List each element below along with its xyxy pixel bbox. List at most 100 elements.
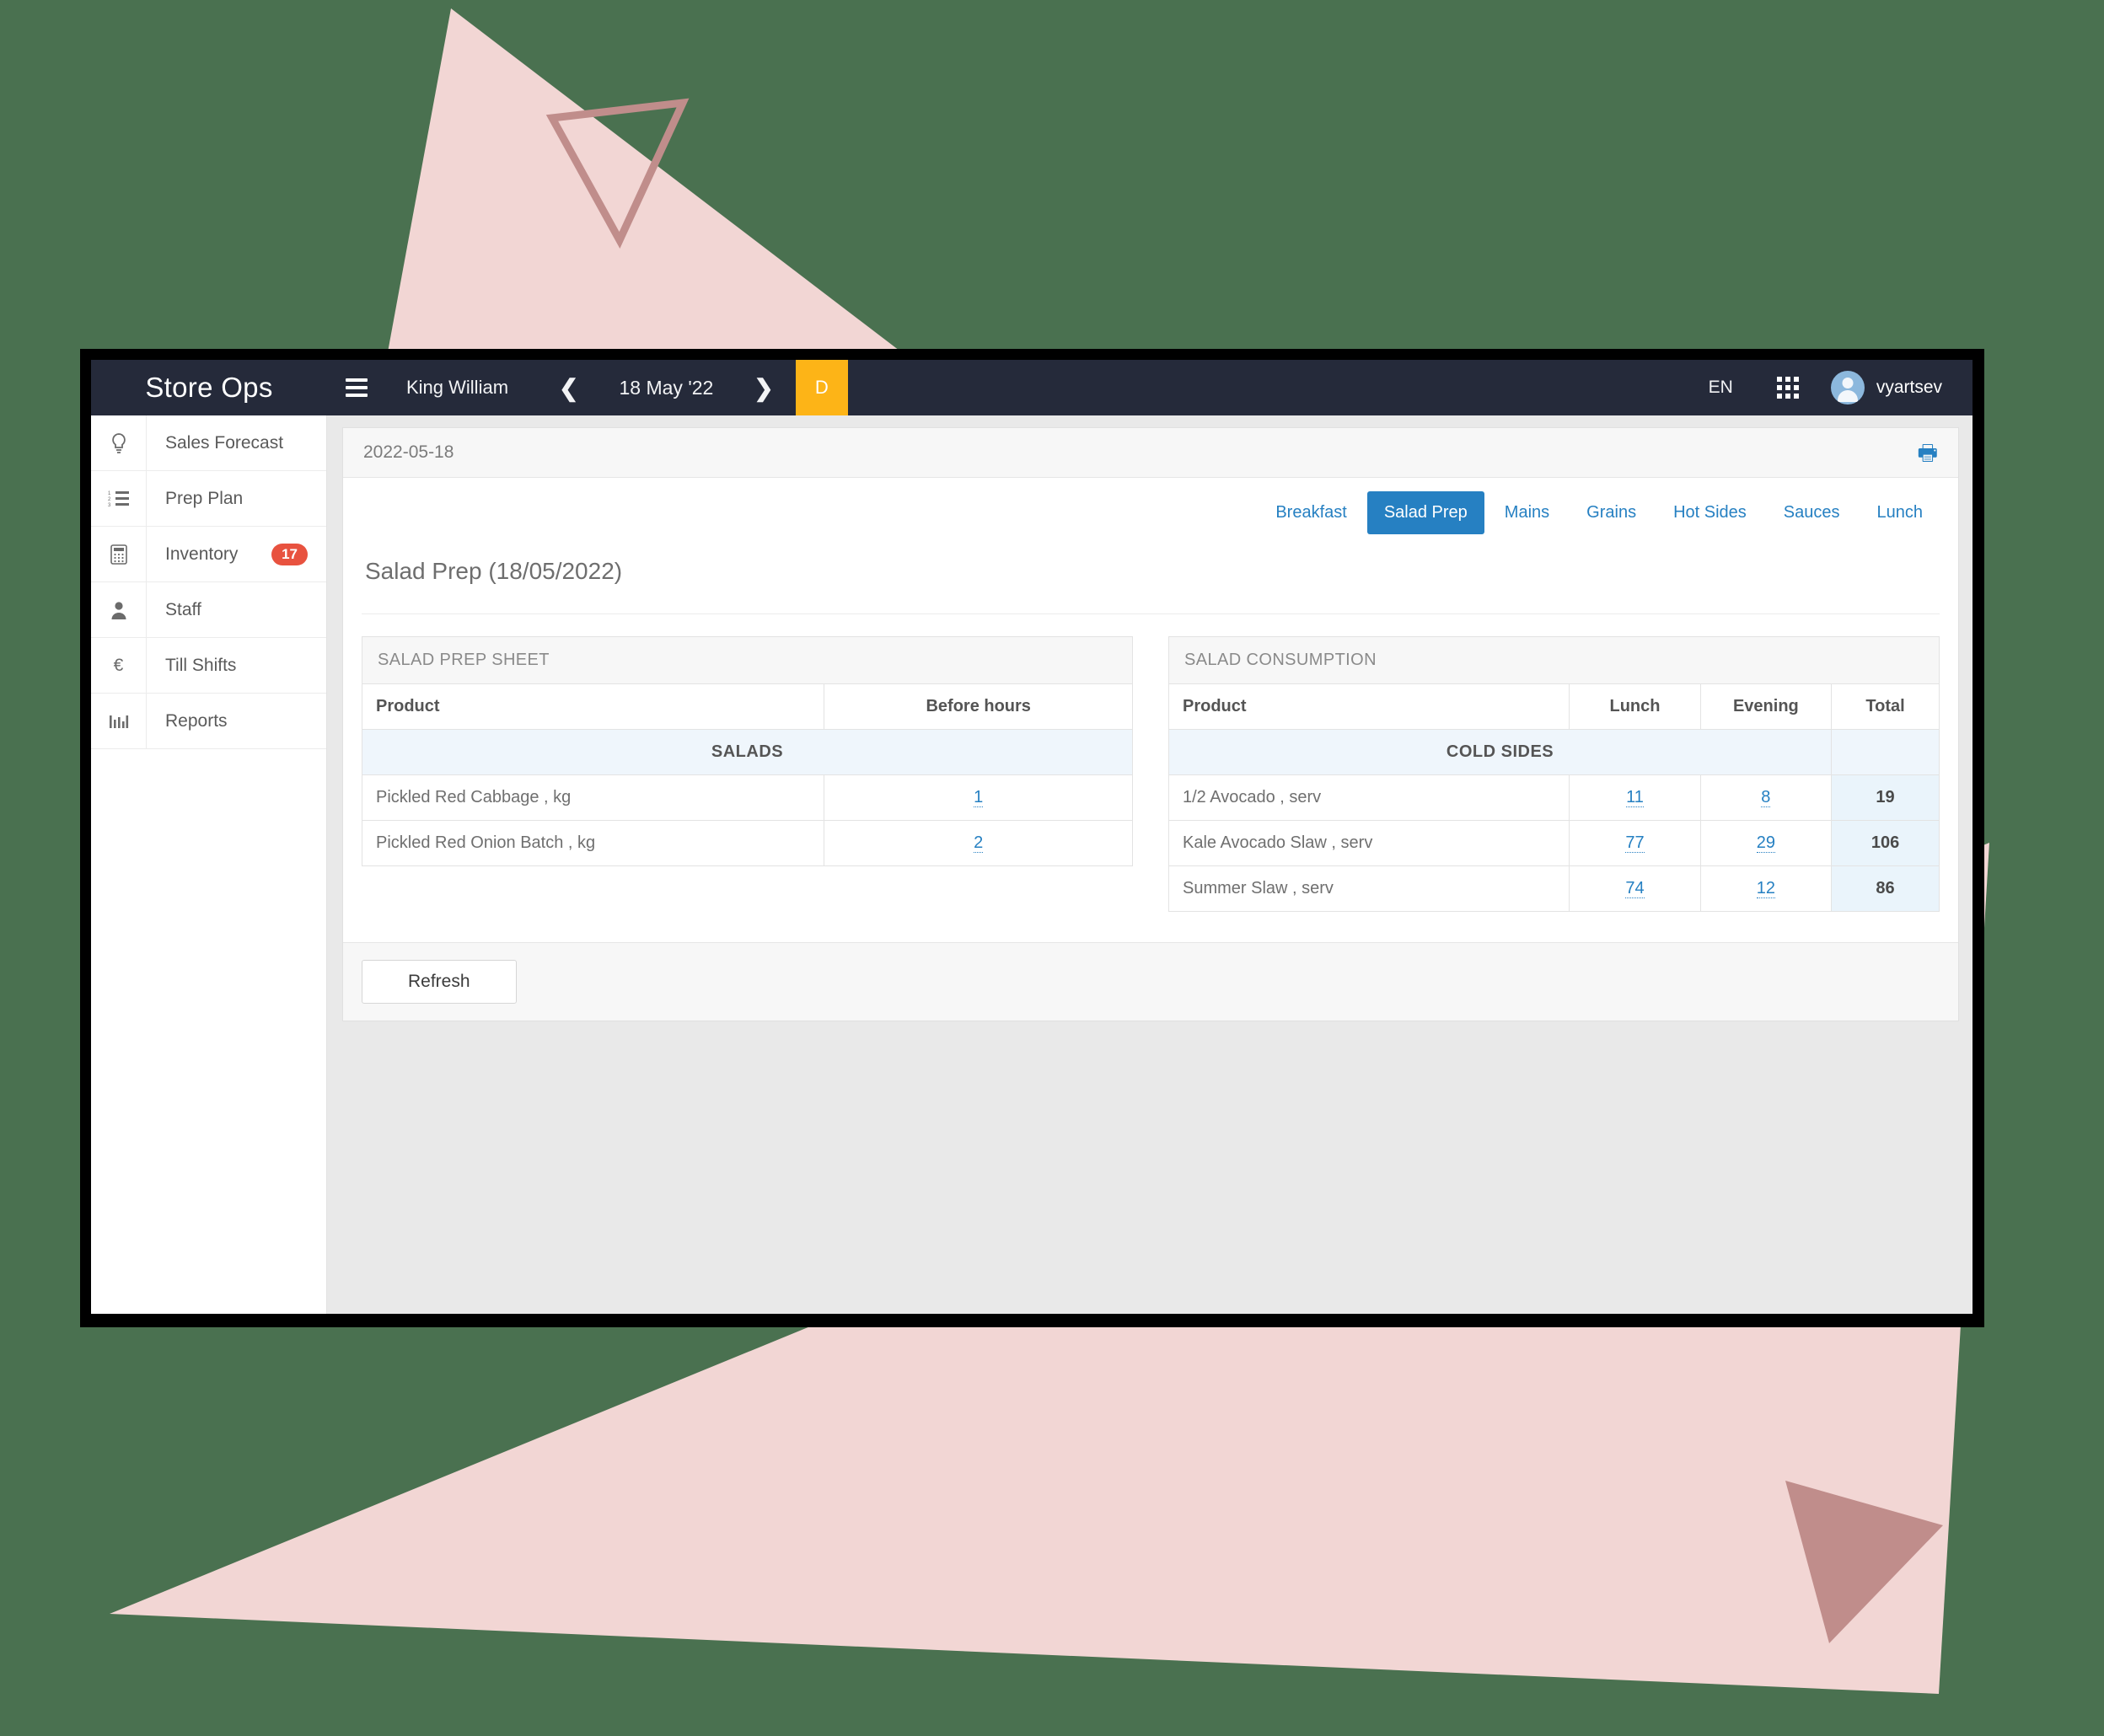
prep-sheet-title: SALAD PREP SHEET [362,636,1133,683]
before-hours-link[interactable]: 2 [974,833,984,853]
cell-evening: 12 [1699,865,1833,912]
column-header-lunch: Lunch [1569,683,1701,730]
tab-sauces[interactable]: Sauces [1767,491,1857,534]
menu-toggle-button[interactable] [327,360,386,415]
avatar [1830,371,1865,405]
lunch-link[interactable]: 74 [1625,879,1645,898]
consumption-table: Product Lunch Evening Total COLD SIDES 1… [1167,683,1940,912]
cell-total: 19 [1831,774,1940,821]
consumption-panel: SALAD CONSUMPTION Product Lunch Evening … [1167,636,1940,912]
euro-icon: € [91,638,147,693]
evening-link[interactable]: 8 [1761,788,1771,807]
table-row: Kale Avocado Slaw , serv 77 29 106 [1167,820,1940,866]
app-body: Sales Forecast 1 2 3 Prep Plan Inventory… [91,415,1972,1314]
sidebar-item-label: Till Shifts [165,655,237,675]
card-header-date: 2022-05-18 [363,442,454,462]
bar-chart-icon [91,694,147,748]
grid-icon [1776,377,1799,399]
cell-lunch: 11 [1569,774,1701,821]
tables-row: SALAD PREP SHEET Product Before hours SA… [361,613,1940,942]
evening-link[interactable]: 29 [1756,833,1775,853]
printer-icon[interactable]: 🖶 [1917,442,1938,463]
column-header-evening: Evening [1699,683,1833,730]
hamburger-icon [346,378,368,397]
svg-text:2: 2 [108,497,111,502]
cell-lunch: 74 [1569,865,1701,912]
language-selector[interactable]: EN [1683,360,1758,415]
category-tabs: Breakfast Salad Prep Mains Grains Hot Si… [362,491,1940,534]
sidebar-item-label: Prep Plan [165,488,244,508]
navbar-left-group: King William ❮ 18 May '22 ❯ D [327,360,1683,415]
sidebar-item-label: Inventory [165,544,239,564]
cell-product: 1/2 Avocado , serv [1167,774,1570,821]
lightbulb-icon [91,415,147,470]
pink-triangle-top [384,8,931,375]
cell-evening: 29 [1699,820,1833,866]
sidebar-item-staff[interactable]: Staff [91,582,326,638]
sidebar-item-label: Reports [165,710,228,731]
card-body: Breakfast Salad Prep Mains Grains Hot Si… [343,478,1958,942]
sidebar-item-label: Staff [165,599,201,619]
table-group-row: COLD SIDES [1167,729,1940,775]
main-content: 2022-05-18 🖶 Breakfast Salad Prep Mains … [327,415,1972,1314]
cell-before-hours: 1 [824,774,1133,821]
tab-mains[interactable]: Mains [1488,491,1566,534]
username-label: vyartsev [1876,378,1942,397]
current-date-label[interactable]: 18 May '22 [601,360,733,415]
prev-day-button[interactable]: ❮ [537,360,600,415]
app-window-frame: Store Ops King William ❮ 18 May '22 ❯ D … [80,349,1984,1327]
rose-triangle-bottom [1785,1481,1943,1643]
prep-sheet-panel: SALAD PREP SHEET Product Before hours SA… [361,636,1133,912]
ordered-list-icon: 1 2 3 [91,471,147,526]
table-row: 1/2 Avocado , serv 11 8 19 [1167,774,1940,821]
svg-text:1: 1 [108,491,111,496]
table-row: Pickled Red Cabbage , kg 1 [361,774,1133,821]
column-header-product: Product [361,683,825,730]
next-day-button[interactable]: ❯ [732,360,795,415]
sidebar-item-till-shifts[interactable]: € Till Shifts [91,638,326,694]
tab-hot-sides[interactable]: Hot Sides [1656,491,1763,534]
cell-product: Kale Avocado Slaw , serv [1167,820,1570,866]
card-header: 2022-05-18 🖶 [343,428,1958,478]
table-header-row: Product Lunch Evening Total [1167,683,1940,730]
svg-text:3: 3 [108,503,111,508]
card-footer: Refresh [343,942,1958,1021]
sidebar-item-sales-forecast[interactable]: Sales Forecast [91,415,326,471]
table-row: Pickled Red Onion Batch , kg 2 [361,820,1133,866]
navbar-right-group: EN vyartsev [1683,360,1972,415]
table-header-row: Product Before hours [361,683,1133,730]
cell-total: 86 [1831,865,1940,912]
group-blank-cell [1831,729,1940,775]
calculator-icon [91,527,147,581]
cell-product: Pickled Red Onion Batch , kg [361,820,825,866]
app-brand: Store Ops [145,372,273,403]
status-badge: 17 [271,543,308,565]
day-view-badge[interactable]: D [795,360,848,415]
sidebar-item-label: Sales Forecast [165,432,284,453]
sidebar-item-prep-plan[interactable]: 1 2 3 Prep Plan [91,471,326,527]
cell-lunch: 77 [1569,820,1701,866]
lunch-link[interactable]: 11 [1626,788,1644,807]
column-header-product: Product [1167,683,1570,730]
column-header-total: Total [1831,683,1940,730]
refresh-button[interactable]: Refresh [362,960,517,1004]
user-menu[interactable]: vyartsev [1817,360,1972,415]
evening-link[interactable]: 12 [1756,879,1775,898]
table-group-row: SALADS [362,729,1133,775]
sidebar-item-inventory[interactable]: Inventory 17 [91,527,326,582]
cell-product: Summer Slaw , serv [1167,865,1570,912]
before-hours-link[interactable]: 1 [974,788,984,807]
tab-salad-prep[interactable]: Salad Prep [1366,491,1484,534]
tab-grains[interactable]: Grains [1570,491,1653,534]
column-header-before-hours: Before hours [824,683,1133,730]
app-window: Store Ops King William ❮ 18 May '22 ❯ D … [91,360,1972,1314]
store-selector[interactable]: King William [386,360,537,415]
tab-breakfast[interactable]: Breakfast [1259,491,1363,534]
lunch-link[interactable]: 77 [1625,833,1645,853]
page-title: Salad Prep (18/05/2022) [365,558,623,584]
tab-lunch[interactable]: Lunch [1860,491,1940,534]
apps-menu-button[interactable] [1758,360,1817,415]
sidebar-item-reports[interactable]: Reports [91,694,326,749]
person-icon [91,582,147,637]
group-label: COLD SIDES [1167,729,1833,775]
